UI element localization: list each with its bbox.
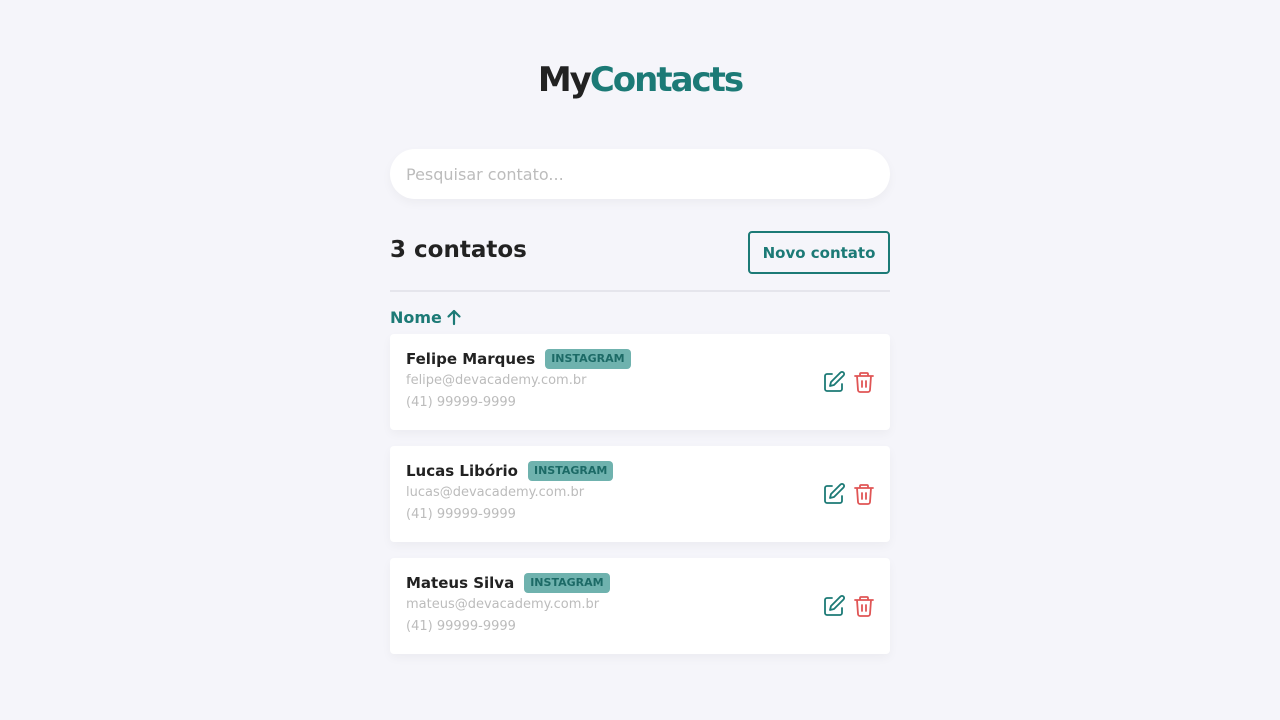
trash-icon[interactable] [852, 482, 876, 506]
edit-icon[interactable] [822, 370, 846, 394]
contact-phone: (41) 99999-9999 [406, 507, 516, 522]
contacts-count: 3 contatos [390, 237, 527, 263]
contact-actions [822, 594, 876, 618]
search-input[interactable] [390, 149, 890, 199]
new-contact-button[interactable]: Novo contato [748, 231, 890, 274]
edit-icon[interactable] [822, 594, 846, 618]
sort-by-name-button[interactable]: Nome [390, 306, 462, 328]
logo-text-contacts: Contacts [589, 60, 744, 100]
contact-actions [822, 482, 876, 506]
contact-email: felipe@devacademy.com.br [406, 373, 587, 388]
sort-label: Nome [390, 307, 442, 327]
contact-name-row: Felipe Marques INSTAGRAM [406, 348, 874, 370]
app-logo: MyContacts [0, 58, 1280, 102]
logo-text-my: My [537, 60, 592, 100]
main-container: 3 contatos Novo contato Nome Felipe Marq… [390, 149, 890, 670]
contact-name: Lucas Libório [406, 462, 518, 480]
contact-card: Felipe Marques INSTAGRAM felipe@devacade… [390, 334, 890, 430]
edit-icon[interactable] [822, 482, 846, 506]
contact-name-row: Mateus Silva INSTAGRAM [406, 572, 874, 594]
contact-actions [822, 370, 876, 394]
contact-card: Lucas Libório INSTAGRAM lucas@devacademy… [390, 446, 890, 542]
contacts-list: Felipe Marques INSTAGRAM felipe@devacade… [390, 334, 890, 654]
trash-icon[interactable] [852, 370, 876, 394]
contact-name-row: Lucas Libório INSTAGRAM [406, 460, 874, 482]
contact-email: mateus@devacademy.com.br [406, 597, 600, 612]
arrow-up-icon [447, 309, 461, 326]
contact-phone: (41) 99999-9999 [406, 619, 516, 634]
category-badge: INSTAGRAM [545, 349, 631, 369]
category-badge: INSTAGRAM [524, 573, 610, 593]
list-header: 3 contatos Novo contato [390, 231, 890, 274]
contact-card: Mateus Silva INSTAGRAM mateus@devacademy… [390, 558, 890, 654]
trash-icon[interactable] [852, 594, 876, 618]
contact-email: lucas@devacademy.com.br [406, 485, 585, 500]
contact-phone: (41) 99999-9999 [406, 395, 516, 410]
category-badge: INSTAGRAM [528, 461, 614, 481]
header-divider [390, 290, 890, 292]
contact-name: Mateus Silva [406, 574, 515, 592]
contact-name: Felipe Marques [406, 350, 536, 368]
